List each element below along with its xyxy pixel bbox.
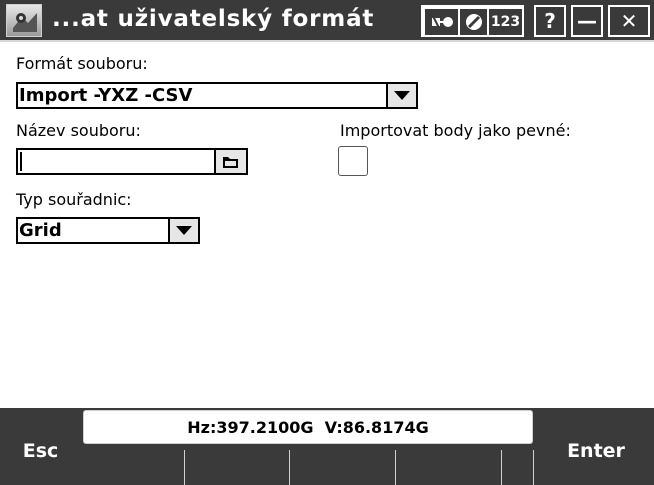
- window-title: ...at uživatelský formát: [52, 6, 375, 32]
- softkey-divider: [533, 450, 534, 485]
- status-indicators[interactable]: 123: [421, 5, 524, 37]
- softkey-bar: Esc Hz:397.2100G V:86.8174G Enter: [0, 408, 654, 485]
- coord-type-label: Typ souřadnic:: [16, 190, 132, 209]
- close-icon: ✕: [620, 9, 638, 33]
- measurement-panel: Hz:397.2100G V:86.8174G: [81, 408, 535, 485]
- chevron-down-icon: [394, 91, 410, 100]
- chevron-down-icon: [176, 226, 192, 235]
- folder-icon: [223, 156, 238, 168]
- enter-button[interactable]: Enter: [538, 408, 654, 485]
- file-format-dropdown[interactable]: Import -YXZ -CSV: [16, 82, 418, 109]
- file-format-label: Formát souboru:: [16, 54, 148, 73]
- file-format-dropdown-button[interactable]: [386, 82, 418, 109]
- text-caret: [20, 152, 22, 171]
- import-fixed-checkbox[interactable]: [338, 146, 368, 176]
- softkey-divider: [395, 450, 396, 485]
- minimize-icon: —: [577, 9, 597, 33]
- no-entry-icon[interactable]: [460, 9, 487, 35]
- import-fixed-label: Importovat body jako pevné:: [340, 121, 571, 140]
- softkey-divider: [501, 450, 502, 485]
- coord-type-value: Grid: [19, 220, 62, 241]
- esc-button[interactable]: Esc: [0, 408, 81, 485]
- help-button[interactable]: ?: [534, 5, 566, 37]
- coord-type-dropdown-button[interactable]: [168, 217, 200, 244]
- minimize-button[interactable]: —: [571, 5, 603, 37]
- satellite-icon[interactable]: [425, 9, 458, 35]
- browse-file-button[interactable]: [214, 148, 248, 175]
- close-button[interactable]: ✕: [608, 5, 650, 37]
- input-mode-indicator[interactable]: 123: [489, 9, 522, 35]
- file-format-value: Import -YXZ -CSV: [19, 85, 193, 106]
- softkey-divider: [289, 450, 290, 485]
- app-menu-icon[interactable]: [6, 4, 42, 37]
- file-name-label: Název souboru:: [16, 121, 141, 140]
- title-bar: ...at uživatelský formát 123 ? — ✕: [0, 0, 654, 42]
- file-name-input[interactable]: [16, 148, 248, 175]
- angle-readout: Hz:397.2100G V:86.8174G: [83, 410, 533, 444]
- softkey-divider: [184, 450, 185, 485]
- coord-type-dropdown[interactable]: Grid: [16, 217, 200, 244]
